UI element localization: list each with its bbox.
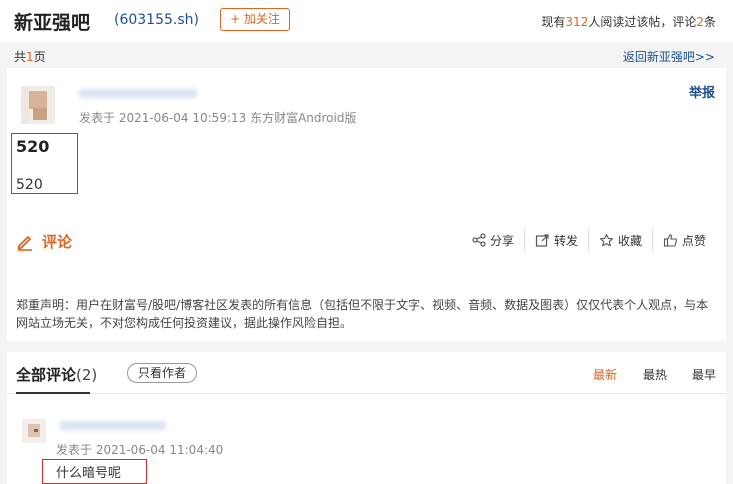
comment-text: 什么暗号呢: [56, 466, 122, 481]
comment-label: 评论: [42, 233, 73, 251]
comments-header: 全部评论(2) 只看作者 最新 最热 最早: [7, 352, 726, 394]
forward-button[interactable]: 转发: [535, 232, 578, 249]
star-icon: [599, 233, 614, 246]
stats-suffix: 条: [703, 15, 716, 29]
post-body: 520: [16, 177, 43, 193]
pencil-icon: [17, 235, 32, 251]
comments-section: 全部评论(2) 只看作者 最新 最热 最早 发表于 2021-06-04 11:…: [7, 352, 726, 484]
active-tab-indicator: [16, 392, 90, 394]
commenter-name-blurred[interactable]: [60, 421, 166, 430]
post-actions: 分享 转发 收藏 点赞: [472, 228, 706, 252]
commenter-avatar[interactable]: [22, 419, 46, 443]
post-title: 520: [16, 137, 50, 156]
follow-button[interactable]: + 加关注: [220, 8, 290, 31]
collect-button[interactable]: 收藏: [599, 232, 642, 249]
comment-button[interactable]: 评论: [16, 231, 72, 252]
share-label: 分享: [490, 233, 515, 248]
pagination-bar: 共1页 返回新亚强吧>>: [0, 42, 733, 68]
stats-prefix: 现有: [541, 15, 566, 29]
only-author-button[interactable]: 只看作者: [127, 363, 197, 383]
reader-count: 312: [565, 15, 589, 29]
comment-meta: 发表于 2021-06-04 11:04:40: [56, 443, 224, 457]
disclaimer-text: 郑重声明：用户在财富号/股吧/博客社区发表的所有信息（包括但不限于文字、视频、音…: [16, 298, 709, 330]
forward-icon: [535, 233, 549, 247]
author-name-blurred[interactable]: [79, 89, 197, 98]
tab-all-comments[interactable]: 全部评论(2): [16, 364, 97, 385]
main-post: 发表于 2021-06-04 10:59:13 东方财富Android版 举报 …: [7, 68, 726, 341]
topbar: 新亚强吧 (603155.sh) + 加关注 现有312人阅读过该帖，评论2条: [0, 0, 733, 42]
page-count: 共1页: [14, 48, 46, 65]
tab-all-count: (2): [76, 366, 98, 384]
page-prefix: 共: [14, 50, 27, 64]
sort-earliest[interactable]: 最早: [692, 366, 716, 383]
tab-all-label: 全部评论: [16, 366, 77, 384]
report-button[interactable]: 举报: [689, 82, 715, 101]
comment-count: 2: [696, 15, 704, 29]
page-suffix: 页: [33, 50, 46, 64]
forward-label: 转发: [554, 233, 579, 248]
like-label: 点赞: [682, 233, 707, 248]
sort-newest[interactable]: 最新: [593, 366, 617, 383]
divider: [524, 229, 526, 251]
share-icon: [472, 233, 486, 247]
read-stats: 现有312人阅读过该帖，评论2条: [541, 13, 716, 30]
like-button[interactable]: 点赞: [663, 232, 706, 249]
post-meta: 发表于 2021-06-04 10:59:13 东方财富Android版: [79, 111, 357, 125]
divider: [652, 229, 654, 251]
stock-code-link[interactable]: (603155.sh): [114, 12, 199, 28]
thumbs-up-icon: [663, 233, 678, 247]
collect-label: 收藏: [618, 233, 643, 248]
stats-mid: 人阅读过该帖，评论: [588, 15, 697, 29]
share-button[interactable]: 分享: [472, 232, 514, 249]
author-avatar[interactable]: [21, 86, 55, 124]
divider: [588, 229, 590, 251]
sort-hottest[interactable]: 最热: [643, 366, 667, 383]
total-pages: 1: [26, 50, 34, 64]
bar-name-title[interactable]: 新亚强吧: [14, 8, 90, 35]
back-to-bar-link[interactable]: 返回新亚强吧>>: [623, 48, 715, 65]
